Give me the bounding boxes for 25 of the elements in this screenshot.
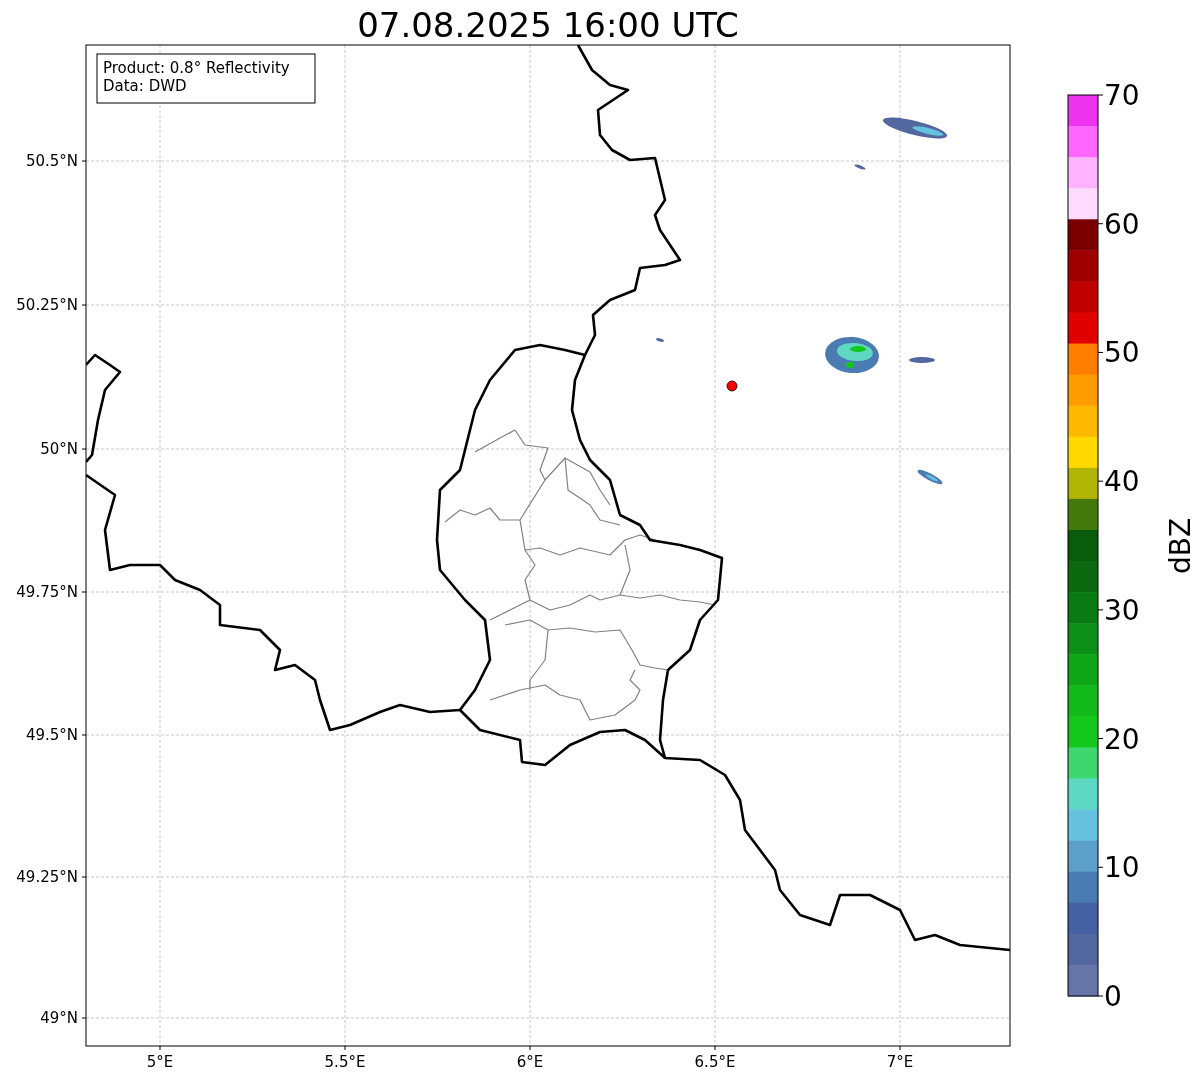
colorbar-tick-label: 0 [1104, 980, 1122, 1013]
chart-title: 07.08.2025 16:00 UTC [357, 5, 739, 45]
radar-site-marker [726, 380, 738, 392]
colorbar-tick-label: 50 [1104, 336, 1140, 370]
colorbar-tick-label: 30 [1104, 593, 1140, 627]
y-tick-label: 49°N [40, 1009, 78, 1027]
info-text: Product: 0.8° Reflectivity [103, 59, 290, 77]
info-text: Data: DWD [103, 77, 187, 95]
x-tick-label: 5°E [146, 1053, 174, 1071]
y-tick-label: 50°N [40, 440, 78, 458]
x-tick-label: 6.5°E [694, 1053, 736, 1071]
colorbar-tick-label: 20 [1104, 722, 1140, 756]
y-tick-label: 49.5°N [25, 726, 78, 744]
colorbar-tick-label: 10 [1104, 851, 1140, 885]
colorbar-label: dBZ [1164, 517, 1197, 575]
colorbar-tick-label: 70 [1104, 79, 1140, 112]
y-tick-label: 49.25°N [16, 868, 78, 886]
y-tick-label: 49.75°N [16, 583, 78, 601]
x-tick-label: 5.5°E [324, 1053, 366, 1071]
x-tick-label: 7°E [886, 1053, 914, 1071]
colorbar-tick-label: 60 [1104, 207, 1140, 241]
x-tick-label: 6°E [516, 1053, 544, 1071]
colorbar-tick-label: 40 [1104, 465, 1140, 499]
y-tick-label: 50.5°N [25, 152, 78, 170]
y-tick-label: 50.25°N [16, 296, 78, 314]
